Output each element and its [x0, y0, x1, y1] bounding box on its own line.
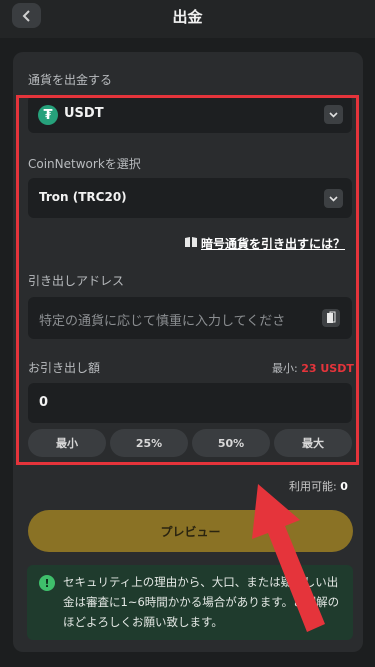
- available-label: 利用可能:: [289, 480, 337, 493]
- preview-button[interactable]: プレビュー: [28, 510, 353, 552]
- security-notice: ! セキュリティ上の理由から、大口、または疑わしい出金は審査に1~6時間かかる場…: [27, 565, 353, 640]
- notice-text: セキュリティ上の理由から、大口、または疑わしい出金は審査に1~6時間かかる場合が…: [63, 575, 340, 629]
- available-value: 0: [340, 480, 348, 493]
- exclamation-icon: !: [39, 575, 55, 591]
- highlight-box: [16, 95, 359, 465]
- page-title: 出金: [172, 8, 203, 26]
- currency-label: 通貨を出金する: [28, 73, 113, 87]
- top-bar: 出金: [0, 0, 375, 38]
- available-balance: 利用可能: 0: [289, 478, 348, 494]
